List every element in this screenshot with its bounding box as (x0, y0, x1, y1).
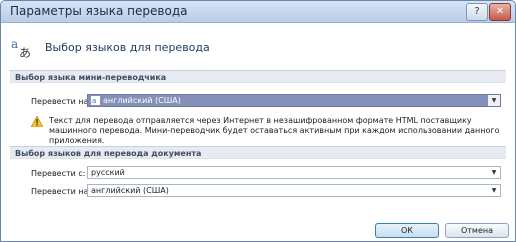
mini-translate-to-label: Перевести на: (31, 97, 92, 106)
section-document-translation: Выбор языков для перевода документа (10, 146, 506, 159)
mini-translate-to-value: английский (США) (103, 96, 181, 105)
svg-text:a: a (92, 97, 96, 105)
close-button[interactable]: ✕ (489, 3, 511, 21)
translate-small-icon: a (91, 96, 100, 105)
translate-from-select[interactable]: русский ▼ (87, 166, 501, 179)
window-title: Параметры языка перевода (10, 4, 188, 18)
ok-button[interactable]: ОК (375, 223, 439, 238)
chevron-down-icon[interactable]: ▼ (488, 167, 500, 178)
translate-to-value: английский (США) (91, 186, 169, 195)
chevron-down-icon[interactable]: ▼ (488, 185, 500, 196)
translate-to-label: Перевести на: (31, 187, 92, 196)
dialog-body: a あ Выбор языков для перевода Выбор язык… (1, 23, 515, 241)
dialog-window: Параметры языка перевода ? ✕ a あ Выбор я… (0, 0, 516, 242)
translate-from-label: Перевести с: (31, 169, 86, 178)
svg-text:a: a (11, 37, 18, 51)
warning-icon (31, 116, 43, 127)
cancel-button[interactable]: Отмена (445, 223, 509, 238)
svg-text:あ: あ (19, 46, 31, 60)
title-bar[interactable]: Параметры языка перевода ? ✕ (1, 1, 515, 23)
warning-message: Текст для перевода отправляется через Ин… (49, 116, 500, 145)
help-button[interactable]: ? (466, 3, 488, 21)
chevron-down-icon[interactable]: ▼ (488, 95, 500, 106)
translate-from-value: русский (91, 168, 125, 177)
mini-translate-to-select[interactable]: a английский (США) ▼ (87, 94, 501, 107)
translate-icon: a あ (11, 37, 31, 60)
translate-to-select[interactable]: английский (США) ▼ (87, 184, 501, 197)
section-mini-translator: Выбор языка мини-переводчика (10, 70, 506, 83)
header-title: Выбор языков для перевода (45, 41, 210, 54)
